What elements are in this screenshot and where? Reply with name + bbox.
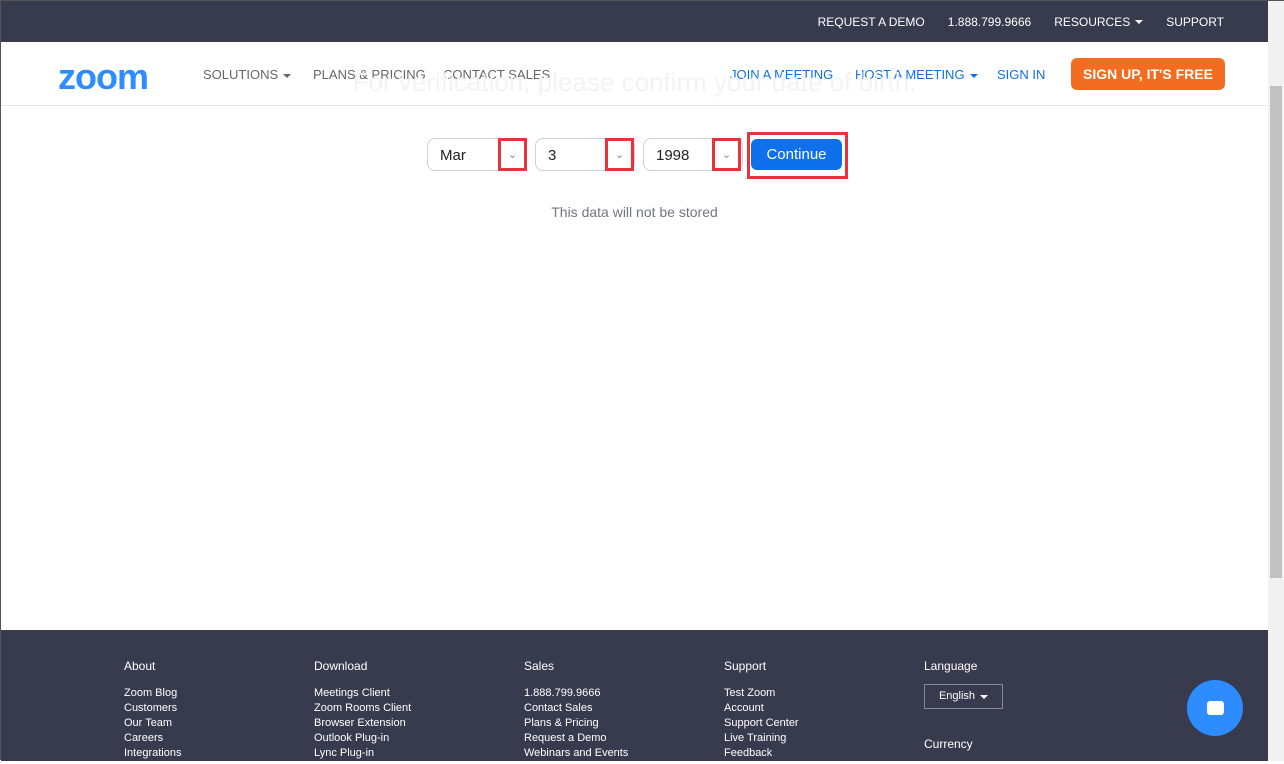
top-bar: REQUEST A DEMO 1.888.799.9666 RESOURCES … — [1, 1, 1268, 42]
privacy-note: This data will not be stored — [551, 204, 718, 220]
caret-down-icon — [969, 73, 978, 78]
nav-host-meeting[interactable]: HOST A MEETING — [855, 67, 978, 82]
footer-heading: About — [124, 659, 156, 673]
footer-link[interactable]: Outlook Plug-in — [314, 731, 411, 746]
scrollbar-thumb[interactable] — [1270, 86, 1282, 578]
nav-contact-sales[interactable]: CONTACT SALES — [443, 67, 550, 82]
language-value: English — [938, 690, 976, 702]
chevron-down-icon[interactable]: ⌄ — [712, 138, 741, 171]
nav-plans-pricing[interactable]: PLANS & PRICING — [313, 67, 426, 82]
request-demo-link[interactable]: REQUEST A DEMO — [818, 15, 925, 29]
footer-heading: Download — [314, 659, 368, 673]
nav-join-meeting[interactable]: JOIN A MEETING — [730, 67, 833, 82]
nav-solutions[interactable]: SOLUTIONS — [203, 67, 292, 82]
footer-col-about: About Zoom Blog Customers Our Team Careers I… — [124, 659, 181, 761]
nav-label: HOST A MEETING — [855, 67, 965, 82]
day-value: 3 — [548, 147, 557, 164]
resources-label: RESOURCES — [1054, 14, 1131, 29]
footer-link[interactable]: Test Zoom — [724, 686, 799, 701]
footer-col-support: Support Test Zoom Account Support Center Li… — [724, 659, 799, 761]
footer-link[interactable]: Careers — [124, 731, 181, 746]
footer-link[interactable]: Lync Plug-in — [314, 746, 411, 761]
footer-link[interactable]: Request a Demo — [524, 731, 628, 746]
footer-col-language: Language English Currency — [924, 659, 1003, 764]
chat-bubble-icon — [1206, 701, 1224, 715]
chevron-down-icon[interactable]: ⌄ — [498, 138, 527, 171]
support-link[interactable]: SUPPORT — [1166, 15, 1224, 29]
caret-down-icon — [1135, 20, 1144, 25]
footer-link[interactable]: Contact Sales — [524, 701, 628, 716]
nav-label: SOLUTIONS — [203, 67, 279, 82]
footer: About Zoom Blog Customers Our Team Careers I… — [1, 630, 1268, 761]
footer-link[interactable]: Our Team — [124, 716, 181, 731]
footer-col-sales: Sales 1.888.799.9666 Contact Sales Plans &… — [524, 659, 628, 761]
continue-button[interactable]: Continue — [751, 139, 842, 170]
footer-link[interactable]: 1.888.799.9666 — [524, 686, 628, 701]
footer-link[interactable]: Integrations — [124, 746, 181, 761]
nav-sign-in[interactable]: SIGN IN — [997, 67, 1045, 82]
footer-heading: Sales — [524, 659, 555, 673]
scrollbar[interactable] — [1268, 1, 1284, 761]
footer-link[interactable]: Account — [724, 701, 799, 716]
main-header: zoom SOLUTIONS PLANS & PRICING CONTACT S… — [1, 42, 1268, 106]
footer-link[interactable]: Zoom Rooms Client — [314, 701, 411, 716]
footer-link[interactable]: Zoom Blog — [124, 686, 181, 701]
footer-link[interactable]: Plans & Pricing — [524, 716, 628, 731]
footer-link[interactable]: Browser Extension — [314, 716, 411, 731]
footer-link[interactable]: Support Center — [724, 716, 799, 731]
signup-button[interactable]: SIGN UP, IT'S FREE — [1071, 58, 1225, 90]
footer-link[interactable]: Feedback — [724, 746, 799, 761]
footer-link[interactable]: Live Training — [724, 731, 799, 746]
year-value: 1998 — [656, 147, 690, 164]
resources-menu[interactable]: RESOURCES — [1054, 14, 1144, 29]
chevron-down-icon[interactable]: ⌄ — [605, 138, 634, 171]
footer-heading: Currency — [924, 737, 973, 751]
language-select[interactable]: English — [924, 684, 1003, 709]
footer-col-download: Download Meetings Client Zoom Rooms Clien… — [314, 659, 411, 761]
footer-link[interactable]: Meetings Client — [314, 686, 411, 701]
phone-link[interactable]: 1.888.799.9666 — [948, 15, 1031, 29]
month-value: Mar — [440, 147, 466, 164]
footer-link[interactable]: Customers — [124, 701, 181, 716]
zoom-logo[interactable]: zoom — [58, 56, 149, 98]
caret-down-icon — [980, 694, 989, 699]
chat-button[interactable] — [1187, 680, 1243, 736]
caret-down-icon — [283, 73, 292, 78]
footer-heading: Language — [924, 659, 978, 673]
footer-heading: Support — [724, 659, 767, 673]
footer-link[interactable]: Webinars and Events — [524, 746, 628, 761]
